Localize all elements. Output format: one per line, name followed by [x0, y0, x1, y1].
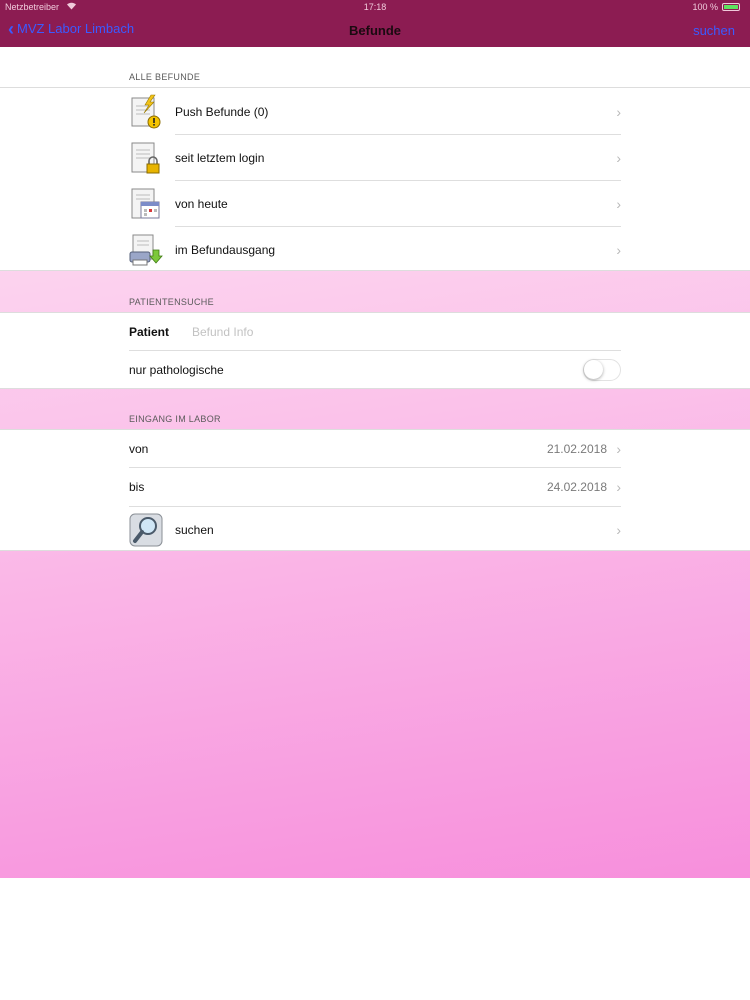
- date-from-row[interactable]: von 21.02.2018 ›: [129, 431, 621, 467]
- document-lightning-warning-icon: [129, 94, 163, 130]
- list-item-von-heute[interactable]: von heute ›: [129, 182, 621, 225]
- section-header-band: [0, 47, 750, 87]
- chevron-right-icon: ›: [616, 521, 621, 538]
- alle-befunde-group: Push Befunde (0) › seit letztem login ›: [0, 87, 750, 271]
- chevron-right-icon: ›: [616, 241, 621, 258]
- eingang-group: von 21.02.2018 › bis 24.02.2018 › suchen…: [0, 429, 750, 551]
- document-printer-download-icon: [129, 232, 163, 268]
- document-calendar-icon: [129, 186, 163, 222]
- von-heute-label: von heute: [175, 196, 228, 211]
- toggle-knob: [584, 359, 603, 379]
- divider: [175, 134, 621, 135]
- search-nav-button[interactable]: suchen: [693, 23, 735, 38]
- list-item-seit-letztem-login[interactable]: seit letztem login ›: [129, 136, 621, 179]
- date-from-value: 21.02.2018: [546, 442, 607, 456]
- chevron-right-icon: ›: [616, 103, 621, 120]
- pathologic-label: nur pathologische: [129, 362, 224, 377]
- patient-search-input[interactable]: Befund Info: [192, 325, 253, 339]
- chevron-right-icon: ›: [616, 441, 621, 457]
- section-header-eingang-im-labor: EINGANG IM LABOR: [129, 414, 221, 424]
- navigation-bar: ‹ MVZ Labor Limbach Befunde suchen: [0, 14, 750, 47]
- patientensuche-group: Patient Befund Info nur pathologische: [0, 312, 750, 389]
- chevron-right-icon: ›: [616, 479, 621, 495]
- magnifier-icon: [129, 512, 163, 548]
- list-item-push-befunde[interactable]: Push Befunde (0) ›: [129, 90, 621, 133]
- seit-letztem-login-label: seit letztem login: [175, 150, 265, 165]
- list-item-im-befundausgang[interactable]: im Befundausgang ›: [129, 228, 621, 271]
- pathologic-toggle[interactable]: [583, 358, 621, 381]
- section-header-alle-befunde: ALLE BEFUNDE: [129, 72, 201, 82]
- document-lock-icon: [129, 140, 163, 176]
- page-title: Befunde: [349, 23, 401, 38]
- date-from-label: von: [129, 442, 149, 456]
- section-header-patientensuche: PATIENTENSUCHE: [129, 297, 214, 307]
- date-to-row[interactable]: bis 24.02.2018 ›: [129, 469, 621, 505]
- patient-label: Patient: [129, 325, 170, 339]
- chevron-right-icon: ›: [616, 195, 621, 212]
- im-befundausgang-label: im Befundausgang: [175, 242, 276, 257]
- date-to-value: 24.02.2018: [546, 480, 607, 494]
- battery-percentage: 100 %: [692, 2, 718, 12]
- pathologic-filter-row: nur pathologische: [129, 351, 621, 388]
- status-time: 17:18: [363, 2, 387, 12]
- divider: [129, 506, 621, 507]
- divider: [175, 180, 621, 181]
- status-bar: Netzbetreiber 17:18 100 %: [0, 0, 750, 14]
- patient-search-row[interactable]: Patient Befund Info: [129, 314, 621, 350]
- divider: [175, 226, 621, 227]
- divider: [129, 467, 621, 468]
- search-label: suchen: [175, 522, 214, 537]
- chevron-right-icon: ›: [616, 149, 621, 166]
- battery-icon: [722, 3, 740, 11]
- push-befunde-label: Push Befunde (0): [175, 104, 269, 119]
- date-to-label: bis: [129, 480, 145, 494]
- search-row[interactable]: suchen ›: [129, 508, 621, 551]
